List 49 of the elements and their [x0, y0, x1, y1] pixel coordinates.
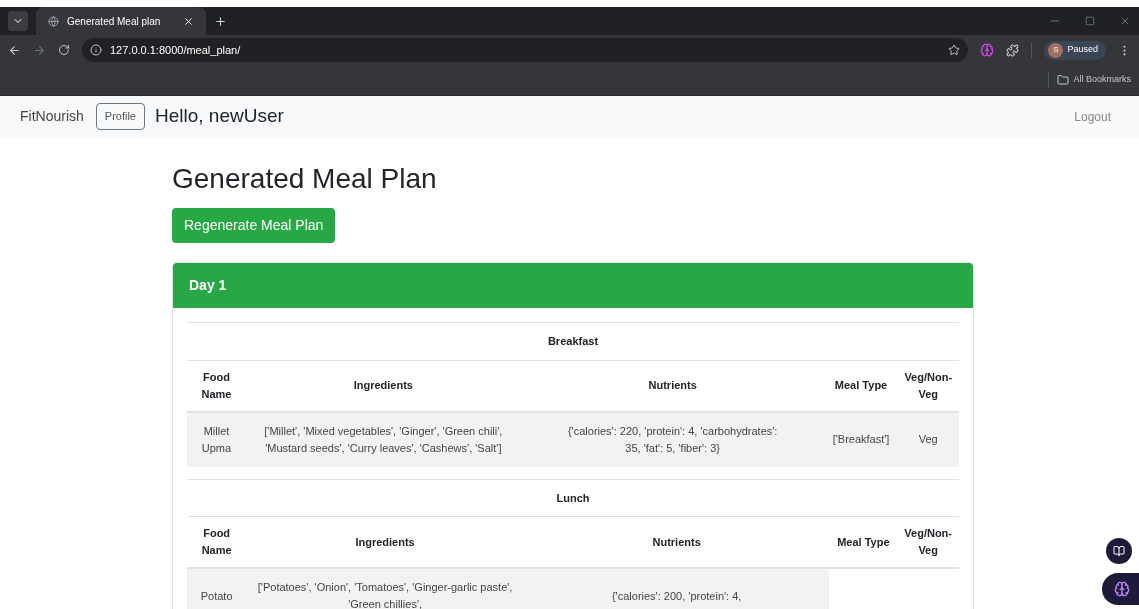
- folder-icon: [1057, 74, 1070, 86]
- day-title: Day 1: [189, 276, 227, 295]
- brand-link[interactable]: FitNourish: [20, 106, 84, 127]
- column-header: Nutrients: [652, 535, 701, 548]
- book-icon: [1113, 545, 1125, 557]
- table-cell-text: ['Millet', 'Mixed vegetables', 'Ginger', 'Green chili', 'Mustard seeds', 'Curry leaves', 'Cashews', 'Salt']: [263, 423, 504, 456]
- table-cell-text: Potato: [200, 588, 233, 604]
- new-tab-icon: [214, 14, 227, 28]
- tab-list-button[interactable]: [8, 11, 28, 31]
- meal-heading: Breakfast: [547, 335, 599, 347]
- bookmark-star-icon: [948, 44, 961, 56]
- column-header: Food Name: [201, 370, 232, 400]
- close-icon: [1119, 15, 1131, 27]
- restore-icon: [1085, 16, 1095, 26]
- reload-icon: [58, 44, 70, 56]
- table-cell-text: Millet Upma: [200, 423, 233, 456]
- bookmarks-folder[interactable]: All Bookmarks: [1057, 73, 1131, 87]
- info-icon: [90, 44, 102, 56]
- browser-tab[interactable]: Generated Meal plan: [36, 7, 206, 35]
- extensions-icon: [1006, 43, 1020, 57]
- forward-icon: [33, 43, 46, 57]
- brain-icon: [1114, 581, 1130, 597]
- column-header: Food Name: [201, 527, 232, 556]
- table-cell-text: {'calories': 200, 'protein': 4,: [611, 588, 742, 604]
- column-header: Ingredients: [355, 535, 415, 548]
- avatar: S: [1048, 42, 1064, 58]
- table-cell-text: Veg: [918, 432, 938, 447]
- column-header: Meal Type: [837, 535, 890, 548]
- logout-link[interactable]: Logout: [1074, 107, 1111, 126]
- table-cell-text: ['Potatoes', 'Onion', 'Tomatoes', 'Ginger-garlic paste', 'Green chillies',: [256, 580, 514, 609]
- column-header: Veg/Non-Veg: [904, 527, 952, 556]
- meal-heading: Lunch: [556, 491, 590, 504]
- brain-icon: [980, 43, 995, 57]
- reader-button[interactable]: [1106, 538, 1132, 564]
- column-header: Nutrients: [648, 379, 697, 391]
- greeting: Hello, newUser: [155, 104, 284, 129]
- table-cell-text: {'calories': 220, 'protein': 4, 'carbohydrates': 35, 'fat': 5, 'fiber': 3}: [566, 423, 779, 456]
- column-header: Ingredients: [353, 379, 413, 391]
- table-cell-text: ['Breakfast']: [832, 432, 890, 447]
- profile-button[interactable]: Profile: [95, 103, 145, 130]
- address-bar[interactable]: 127.0.0.1:8000/meal_plan/: [82, 38, 969, 62]
- column-header: Veg/Non-Veg: [904, 370, 953, 400]
- globe-icon: [48, 15, 59, 27]
- page-title: Generated Meal Plan: [172, 162, 438, 196]
- back-icon: [8, 43, 21, 57]
- column-header: Meal Type: [834, 379, 888, 391]
- assistant-button[interactable]: [1102, 573, 1139, 605]
- close-icon: [183, 15, 194, 27]
- profile-chip[interactable]: S Paused: [1044, 40, 1106, 60]
